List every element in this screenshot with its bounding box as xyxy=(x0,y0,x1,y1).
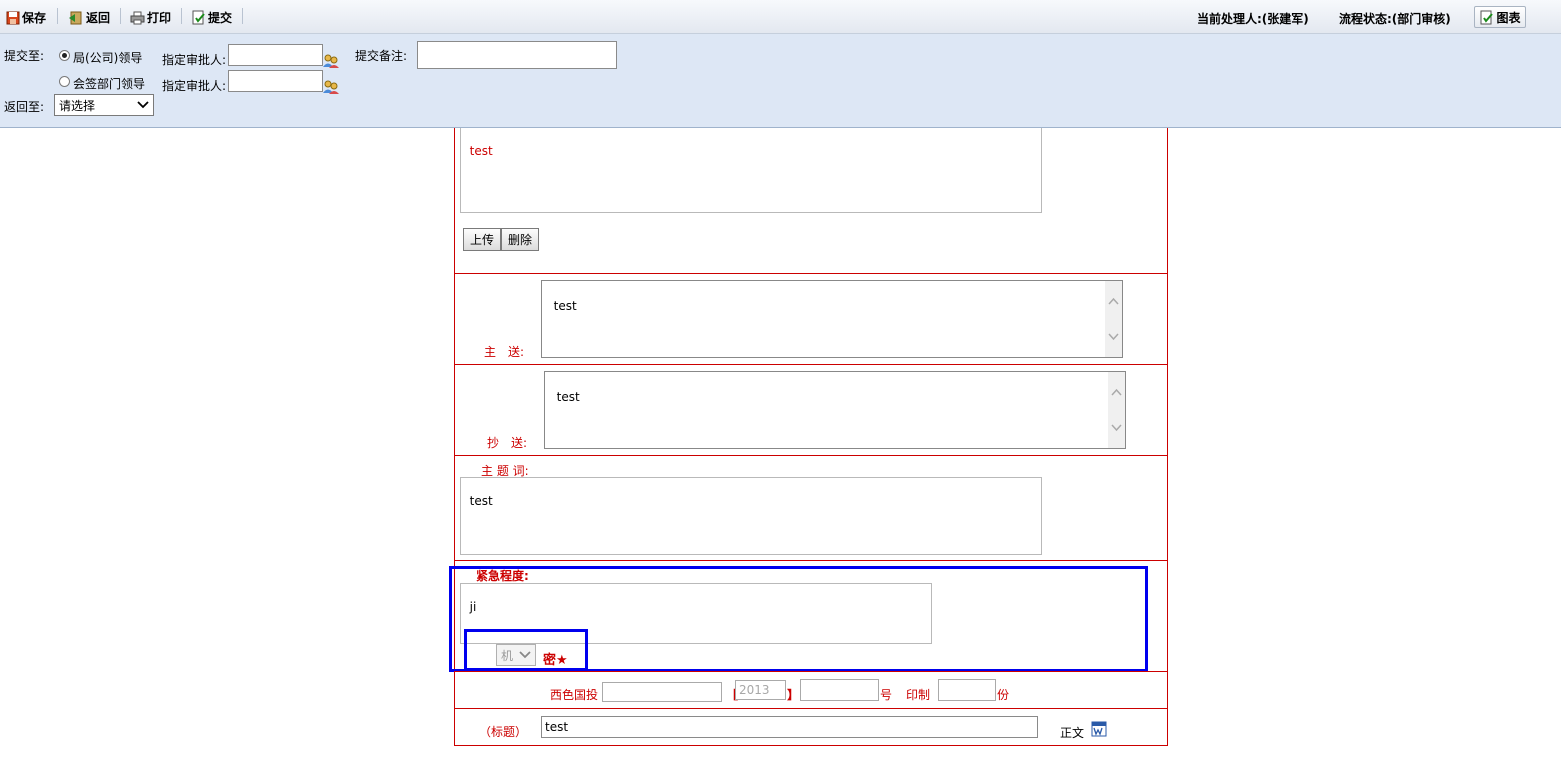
submit-document-icon xyxy=(192,10,205,25)
delete-button[interactable]: 删除 xyxy=(501,228,539,251)
divider xyxy=(454,364,1168,365)
chart-document-icon xyxy=(1480,10,1494,24)
number-suffix: 号 xyxy=(880,688,893,702)
keywords-value: test xyxy=(469,494,493,508)
approver-input-1[interactable] xyxy=(228,44,323,66)
submit-panel: 提交至: 局(公司)领导 指定审批人: 提交备注: 会签部门领导 指定审批人: … xyxy=(0,34,1561,128)
remark-input[interactable] xyxy=(417,41,617,69)
approver-label-2: 指定审批人: xyxy=(162,79,227,93)
save-button[interactable]: 保存 xyxy=(6,9,46,26)
body-text-label: 正文 xyxy=(1060,726,1085,740)
radio-countersign-label: 会签部门领导 xyxy=(73,77,146,91)
print-button[interactable]: 打印 xyxy=(130,9,171,26)
divider xyxy=(454,671,1168,672)
remark-label: 提交备注: xyxy=(355,49,408,63)
back-icon xyxy=(69,11,82,24)
radio-leader-label: 局(公司)领导 xyxy=(73,51,143,65)
return-to-value: 请选择 xyxy=(59,98,96,113)
current-handler: 当前处理人:(张建军) xyxy=(1197,12,1309,26)
divider xyxy=(454,560,1168,561)
workflow-status: 流程状态:(部门审核) xyxy=(1339,12,1451,26)
doc-number-input[interactable] xyxy=(800,679,879,701)
title-label: （标题） xyxy=(479,725,528,739)
toolbar-divider xyxy=(242,8,243,24)
title-input[interactable] xyxy=(541,716,1038,738)
doc-prefix: 西色国投 xyxy=(550,688,599,702)
chevron-down-icon xyxy=(137,101,149,109)
submit-label: 提交 xyxy=(208,11,233,25)
toolbar: 保存 返回 打印 提交 当前处理人:(张建军) 流程状态:(部门审核) 图表 xyxy=(0,0,1561,34)
approver-label-1: 指定审批人: xyxy=(162,53,227,67)
doc-prefix-input[interactable] xyxy=(602,682,722,702)
scroll-down-icon[interactable] xyxy=(1111,424,1122,432)
attachment-box: test xyxy=(460,128,1042,213)
main-send-textarea[interactable]: test xyxy=(541,280,1123,358)
copies-suffix: 份 xyxy=(997,688,1010,702)
print-label: 打印 xyxy=(147,11,172,25)
radio-countersign[interactable] xyxy=(59,76,70,87)
main-send-value: test xyxy=(553,299,577,313)
scroll-up-icon[interactable] xyxy=(1111,388,1122,396)
word-document-icon[interactable] xyxy=(1091,721,1107,737)
printer-icon xyxy=(130,11,145,24)
upload-button[interactable]: 上传 xyxy=(463,228,501,251)
back-button[interactable]: 返回 xyxy=(68,9,110,26)
select-user-icon[interactable] xyxy=(323,80,340,94)
year-input[interactable] xyxy=(735,680,786,700)
bracket-close: 】 xyxy=(787,688,800,702)
highlight-box-secret xyxy=(464,629,588,671)
copies-input[interactable] xyxy=(938,679,996,701)
toolbar-divider xyxy=(181,8,182,24)
scroll-down-icon[interactable] xyxy=(1108,333,1119,341)
scrollbar[interactable] xyxy=(1105,281,1122,357)
chart-button[interactable]: 图表 xyxy=(1474,6,1526,28)
divider xyxy=(454,455,1168,456)
select-user-icon[interactable] xyxy=(323,54,340,68)
attachment-text: test xyxy=(469,144,493,158)
submit-to-label: 提交至: xyxy=(4,49,45,63)
scroll-up-icon[interactable] xyxy=(1108,297,1119,305)
scrollbar[interactable] xyxy=(1108,372,1125,448)
divider xyxy=(454,273,1168,274)
return-to-select[interactable]: 请选择 xyxy=(54,94,154,116)
save-label: 保存 xyxy=(22,11,47,25)
toolbar-divider xyxy=(57,8,58,24)
submit-button[interactable]: 提交 xyxy=(191,9,232,26)
print-copies-label: 印制 xyxy=(906,688,931,702)
return-to-label: 返回至: xyxy=(4,100,45,114)
cc-value: test xyxy=(556,390,580,404)
keywords-textarea[interactable]: test xyxy=(460,477,1042,555)
floppy-disk-icon xyxy=(6,11,20,24)
toolbar-divider xyxy=(120,8,121,24)
approver-input-2[interactable] xyxy=(228,70,323,92)
back-label: 返回 xyxy=(86,11,111,25)
chart-label: 图表 xyxy=(1496,10,1521,25)
cc-textarea[interactable]: test xyxy=(544,371,1126,449)
divider xyxy=(454,708,1168,709)
radio-leader[interactable] xyxy=(59,50,70,61)
cc-label: 抄 送: xyxy=(487,436,528,450)
main-send-label: 主 送: xyxy=(484,345,525,359)
